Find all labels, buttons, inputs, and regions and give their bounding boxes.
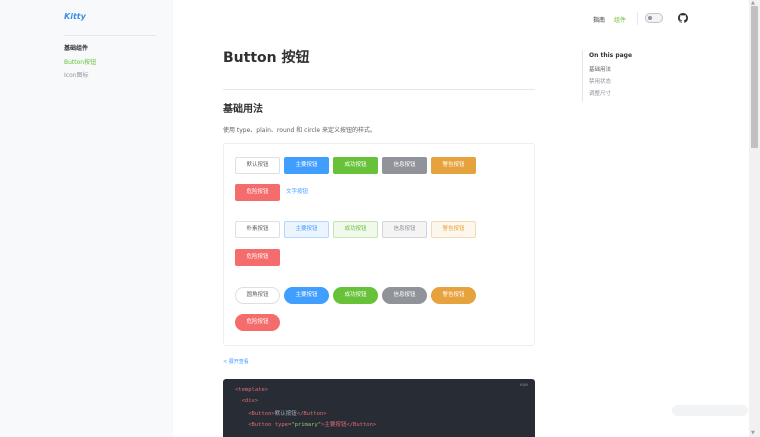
- github-icon[interactable]: [678, 13, 688, 23]
- round-primary-button[interactable]: 主要按钮: [284, 287, 329, 304]
- primary-button[interactable]: 主要按钮: [284, 157, 329, 174]
- site-logo[interactable]: Kitty: [64, 12, 86, 21]
- sidebar-group-title: 基础组件: [64, 45, 89, 52]
- nav-link-components[interactable]: 组件: [614, 15, 626, 24]
- code-language-label: vue: [519, 383, 528, 388]
- section-title: 基础用法: [223, 104, 263, 115]
- plain-info-button[interactable]: 信息按钮: [382, 221, 427, 238]
- page-title: Button 按钮: [223, 50, 310, 66]
- sidebar-item-icon[interactable]: Icon图标: [64, 70, 89, 79]
- sidebar-divider: [64, 35, 156, 36]
- toc-item-basic[interactable]: 基础用法: [589, 65, 611, 73]
- expand-code-link[interactable]: < 展开查看: [223, 358, 249, 365]
- plain-primary-button[interactable]: 主要按钮: [284, 221, 329, 238]
- scroll-up-icon[interactable]: ▲: [751, 0, 755, 6]
- sidebar-item-button[interactable]: Button按钮: [64, 57, 96, 66]
- code-line: <Button type="primary">主要按钮</Button>: [235, 422, 377, 428]
- floating-toolbar[interactable]: [672, 405, 748, 416]
- code-line: <div>: [235, 398, 259, 404]
- success-button[interactable]: 成功按钮: [333, 157, 378, 174]
- theme-toggle[interactable]: [645, 13, 663, 23]
- warning-button[interactable]: 警告按钮: [431, 157, 476, 174]
- danger-button[interactable]: 危险按钮: [235, 184, 280, 201]
- toc-item-disabled[interactable]: 禁用状态: [589, 77, 611, 85]
- info-button[interactable]: 信息按钮: [382, 157, 427, 174]
- section-description: 使用 type、plain、round 和 circle 来定义按钮的样式。: [223, 127, 377, 134]
- plain-warning-button[interactable]: 警告按钮: [431, 221, 476, 238]
- round-warning-button[interactable]: 警告按钮: [431, 287, 476, 304]
- nav-divider: [637, 12, 638, 25]
- code-line: <template>: [235, 387, 269, 393]
- scrollbar-thumb[interactable]: [751, 6, 758, 148]
- moon-icon: [648, 16, 652, 20]
- toc-indicator: [582, 50, 583, 102]
- default-button[interactable]: 默认按钮: [235, 157, 280, 174]
- round-danger-button[interactable]: 危险按钮: [235, 314, 280, 331]
- toc-item-size[interactable]: 调整尺寸: [589, 89, 611, 97]
- plain-danger-button[interactable]: 危险按钮: [235, 249, 280, 266]
- toc-title: On this page: [589, 52, 633, 59]
- demo-block: 默认按钮 主要按钮 成功按钮 信息按钮 警告按钮 危险按钮 文字按钮 朴素按钮 …: [223, 143, 535, 346]
- round-success-button[interactable]: 成功按钮: [333, 287, 378, 304]
- plain-success-button[interactable]: 成功按钮: [333, 221, 378, 238]
- round-info-button[interactable]: 信息按钮: [382, 287, 427, 304]
- scroll-down-icon[interactable]: ▼: [751, 430, 755, 436]
- text-button[interactable]: 文字按钮: [281, 184, 313, 201]
- code-block: vue <template> <div> <Button>默认按钮</Butto…: [223, 379, 535, 437]
- sidebar: Kitty 基础组件 Button按钮 Icon图标: [0, 0, 173, 437]
- plain-button[interactable]: 朴素按钮: [235, 221, 280, 238]
- title-divider: [223, 89, 535, 90]
- code-line: <Button>默认按钮</Button>: [235, 411, 327, 417]
- round-button[interactable]: 圆角按钮: [235, 287, 280, 304]
- nav-link-guide[interactable]: 指南: [593, 15, 605, 24]
